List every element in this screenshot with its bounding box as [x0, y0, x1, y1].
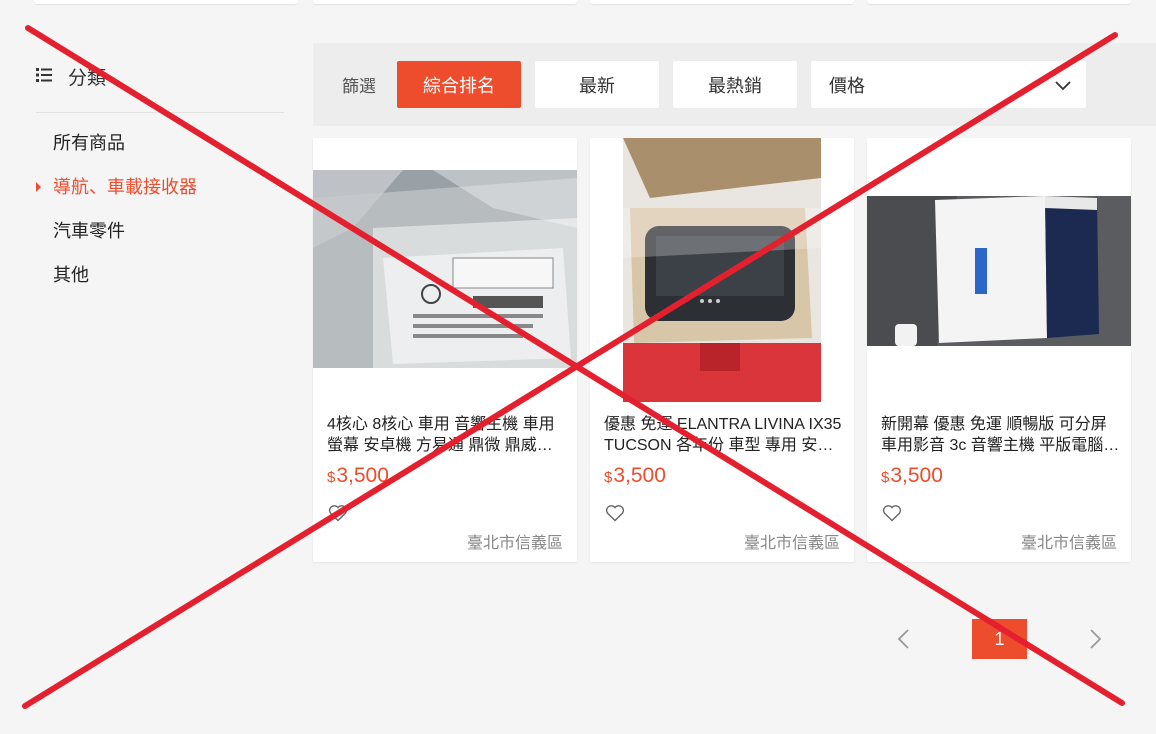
product-image: [313, 138, 577, 402]
price-value: 3,500: [336, 464, 389, 487]
sidebar-item-all-products[interactable]: 所有商品: [36, 131, 284, 175]
sort-filter-bar: 篩選 綜合排名 最新 最熱銷 價格: [313, 43, 1156, 126]
sidebar-item-navigation-receivers[interactable]: 導航、車載接收器: [36, 175, 284, 219]
product-price: $3,500: [604, 464, 666, 488]
product-name[interactable]: 4核心 8核心 車用 音響主機 車用螢幕 安卓機 方易通 鼎微 鼎威 JHY 專…: [327, 414, 567, 456]
chevron-down-icon: [1055, 80, 1071, 90]
product-card[interactable]: 新開幕 優惠 免運 順暢版 可分屏 車用影音 3c 音響主機 平版電腦 導航 安…: [867, 138, 1131, 562]
category-title: 分類: [68, 67, 107, 89]
sidebar-item-label: 汽車零件: [53, 221, 125, 241]
sidebar-item-label: 導航、車載接收器: [53, 177, 197, 197]
category-sidebar: 分類 所有商品 導航、車載接收器 汽車零件 其他: [36, 60, 284, 307]
sidebar-item-label: 所有商品: [53, 133, 125, 153]
product-card[interactable]: 4核心 8核心 車用 音響主機 車用螢幕 安卓機 方易通 鼎微 鼎威 JHY 專…: [313, 138, 577, 562]
product-card[interactable]: 優惠 免運 ELANTRA LIVINA IX35 TUCSON 各年份 車型 …: [590, 138, 854, 562]
seller-location: 臺北市信義區: [1020, 535, 1117, 552]
currency-symbol: $: [881, 469, 890, 486]
caret-right-icon: [36, 182, 41, 192]
heart-icon[interactable]: [882, 504, 902, 522]
seller-location: 臺北市信義區: [466, 535, 563, 552]
sidebar-item-car-parts[interactable]: 汽車零件: [36, 219, 284, 263]
chevron-right-icon[interactable]: [1085, 627, 1105, 651]
price-sort-select[interactable]: 價格: [811, 61, 1086, 108]
list-icon: [36, 68, 56, 84]
price-value: 3,500: [890, 464, 943, 487]
page-number-button[interactable]: 1: [972, 619, 1027, 659]
currency-symbol: $: [604, 469, 613, 486]
heart-icon[interactable]: [328, 504, 348, 522]
product-name[interactable]: 優惠 免運 ELANTRA LIVINA IX35 TUCSON 各年份 車型 …: [604, 414, 844, 456]
sort-top-sales-button[interactable]: 最熱銷: [673, 61, 797, 108]
price-value: 3,500: [613, 464, 666, 487]
seller-location: 臺北市信義區: [743, 535, 840, 552]
sort-newest-button[interactable]: 最新: [535, 61, 659, 108]
product-name[interactable]: 新開幕 優惠 免運 順暢版 可分屏 車用影音 3c 音響主機 平版電腦 導航 安…: [881, 414, 1121, 456]
heart-icon[interactable]: [605, 504, 625, 522]
sort-relevance-button[interactable]: 綜合排名: [397, 61, 521, 108]
product-image: [867, 138, 1131, 402]
category-header: 分類: [36, 60, 284, 92]
sidebar-item-other[interactable]: 其他: [36, 263, 284, 307]
price-select-label: 價格: [829, 75, 865, 96]
chevron-left-icon[interactable]: [894, 627, 914, 651]
product-price: $3,500: [327, 464, 389, 488]
sidebar-divider: [36, 112, 284, 113]
product-image: [590, 138, 854, 402]
top-cards-edge: [0, 0, 1156, 4]
sidebar-item-label: 其他: [53, 265, 89, 285]
product-price: $3,500: [881, 464, 943, 488]
filter-label: 篩選: [342, 77, 376, 96]
currency-symbol: $: [327, 469, 336, 486]
